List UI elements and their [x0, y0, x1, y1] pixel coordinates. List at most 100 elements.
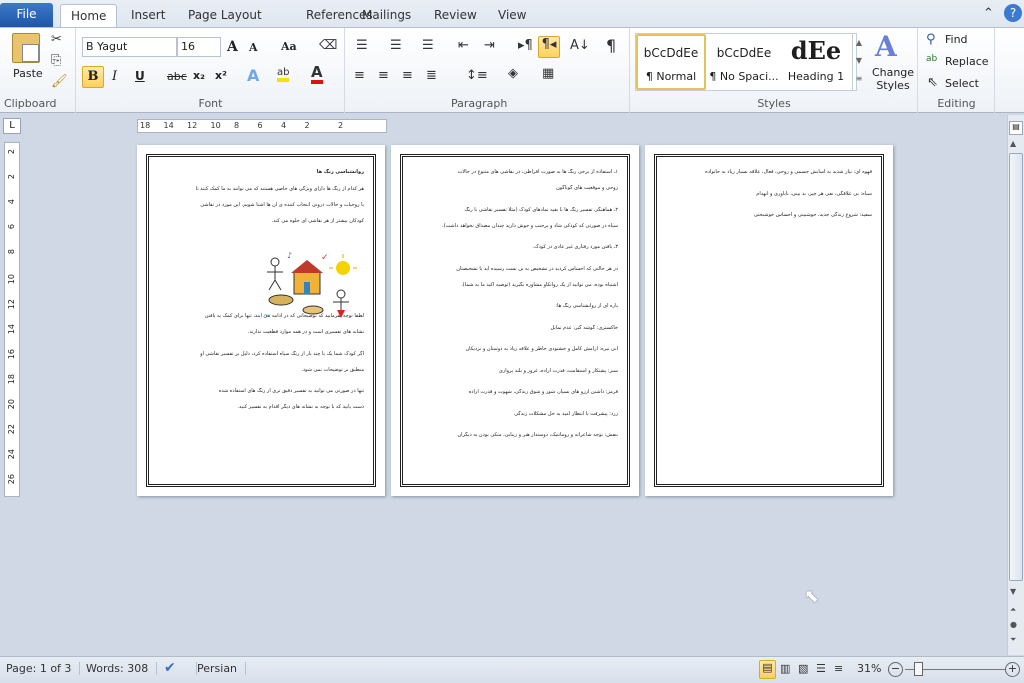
font-name-select[interactable]: B Yagut [82, 37, 177, 57]
vertical-scrollbar[interactable]: ▤ ▲ ▼ ⏶ ● ⏷ [1007, 115, 1024, 655]
change-case-button[interactable]: Aa [281, 40, 297, 53]
superscript-button[interactable]: x² [215, 69, 227, 82]
zoom-out-icon[interactable]: − [888, 662, 903, 677]
bold-button[interactable]: B [82, 66, 104, 88]
ruler-tick-label: 24 [7, 449, 16, 460]
scroll-down-icon[interactable]: ▼ [1010, 587, 1016, 596]
font-color-icon[interactable]: A [311, 65, 323, 84]
tab-mailings[interactable]: Mailings [352, 4, 421, 28]
align-left-icon[interactable]: ≡ [354, 68, 365, 83]
styles-scroll[interactable]: ▲ ▼ ≡ [852, 34, 865, 90]
draft-icon[interactable]: ≡ [834, 662, 843, 675]
ruler-toggle-icon[interactable]: ▤ [1009, 121, 1023, 135]
outline-icon[interactable]: ☰ [816, 662, 826, 675]
zoom-level[interactable]: 31% [857, 662, 881, 675]
editing-label: Editing [937, 97, 976, 110]
page-1[interactable]: روانشناسی رنگ ها هر کدام از رنگ ها دارای … [137, 145, 385, 496]
ruler-tick-label: 4 [7, 199, 16, 205]
font-size-select[interactable]: 16 [177, 37, 221, 57]
document-line: قرمز: داشتن آرزو های بسیار، شور و شوق زن… [468, 389, 618, 395]
style-no-spacing[interactable]: bCcDdEe ¶ No Spaci... [708, 34, 780, 90]
align-right-icon[interactable]: ≡ [402, 68, 413, 83]
style-name: ¶ No Spaci... [709, 70, 779, 83]
next-page-icon[interactable]: ⏷ [1010, 635, 1016, 645]
tab-view[interactable]: View [488, 4, 536, 28]
cut-icon[interactable]: ✂ [51, 32, 62, 47]
tab-page-layout[interactable]: Page Layout [178, 4, 272, 28]
style-heading-1[interactable]: dEe Heading 1 [781, 34, 851, 90]
grow-font-button[interactable]: A [227, 39, 238, 55]
tab-selector[interactable]: L [3, 118, 21, 134]
document-line: تنها در صورتی می توانید به تفسیر دقیق تر… [218, 388, 364, 394]
horizontal-ruler[interactable]: 18 14 12 10 8 6 4 2 2 [137, 119, 387, 133]
format-painter-icon[interactable]: 🖌 [51, 74, 68, 89]
strikethrough-button[interactable]: abc [167, 70, 187, 83]
paste-icon[interactable] [12, 33, 40, 63]
zoom-slider-handle[interactable] [914, 662, 923, 676]
sort-icon[interactable]: A↓ [570, 38, 590, 53]
web-layout-icon[interactable]: ▧ [798, 662, 808, 675]
browse-object-icon[interactable]: ● [1010, 620, 1017, 629]
document-line: با روحیات و حالات درونی انتخاب کننده ی آ… [200, 202, 364, 208]
document-line: پاره ای از روانشناسی رنگ ها: [555, 303, 618, 309]
italic-button[interactable]: I [112, 69, 117, 84]
rtl-icon[interactable]: ¶◂ [538, 36, 560, 58]
justify-icon[interactable]: ≣ [426, 68, 437, 83]
paste-button[interactable]: Paste [13, 67, 43, 80]
word-count[interactable]: Words: 308 [86, 662, 158, 675]
page-3[interactable]: قهوه ای: نیاز شدید به آسایش جسمی و روحی،… [645, 145, 893, 496]
zoom-in-icon[interactable]: + [1005, 662, 1020, 677]
change-styles-icon[interactable]: A [875, 30, 897, 63]
document-line: اگر کودک شما یک یا چند بار از رنگ سیاه ا… [200, 350, 364, 357]
svg-text:♪: ♪ [287, 251, 292, 260]
ruler-tick-label: 14 [163, 121, 174, 130]
numbering-icon[interactable]: ☰ [390, 38, 402, 53]
tab-file[interactable]: File [0, 3, 53, 27]
borders-icon[interactable]: ▦ [542, 66, 554, 81]
text-effects-icon[interactable]: A [247, 66, 259, 85]
tab-review[interactable]: Review [424, 4, 487, 28]
find-button[interactable]: Find [945, 33, 968, 46]
style-normal[interactable]: bCcDdEe ¶ Normal [636, 34, 706, 90]
decrease-indent-icon[interactable]: ⇤ [458, 38, 469, 53]
tab-insert[interactable]: Insert [121, 4, 175, 28]
underline-button[interactable]: U [135, 69, 145, 83]
multilevel-list-icon[interactable]: ☰ [422, 38, 434, 53]
shading-icon[interactable]: ◈ [508, 66, 518, 81]
tab-home[interactable]: Home [60, 4, 118, 28]
change-styles-button[interactable]: Change Styles [870, 66, 916, 92]
help-icon[interactable]: ? [1004, 4, 1022, 22]
ltr-icon[interactable]: ▸¶ [518, 38, 533, 53]
line-spacing-icon[interactable]: ↕≡ [466, 68, 488, 83]
scroll-up-icon[interactable]: ▲ [1010, 139, 1016, 148]
increase-indent-icon[interactable]: ⇥ [484, 38, 495, 53]
clear-formatting-icon[interactable]: ⌫ [319, 38, 337, 53]
page-2[interactable]: ۱ـ استفاده از برخی رنگ ها به صورت افراطی… [391, 145, 639, 496]
select-button[interactable]: Select [945, 77, 979, 90]
full-screen-reading-icon[interactable]: ▥ [780, 662, 790, 675]
document-line: در هر حالتی که احساس کردید در تشخیص به ب… [456, 265, 618, 272]
vertical-ruler[interactable]: 2 2 4 6 8 10 12 14 16 18 20 22 24 26 [4, 142, 20, 497]
bullets-icon[interactable]: ☰ [356, 38, 368, 53]
previous-page-icon[interactable]: ⏶ [1010, 605, 1016, 615]
shrink-font-button[interactable]: A [249, 41, 258, 54]
page-count[interactable]: Page: 1 of 3 [6, 662, 81, 675]
language[interactable]: Persian [196, 662, 247, 675]
highlight-icon[interactable]: ab [277, 67, 290, 82]
ruler-tick-label: 8 [234, 121, 240, 130]
document-line: سیاه در صورتی که کودکی شاد و پرجنب و جوش… [442, 222, 618, 229]
font-group: B Yagut 16 A A Aa ⌫ B I U abc x₂ x² A ab… [77, 28, 345, 113]
align-center-icon[interactable]: ≡ [378, 68, 389, 83]
subscript-button[interactable]: x₂ [193, 69, 205, 82]
proofing-icon[interactable]: ✔ [164, 660, 176, 676]
minimize-ribbon-icon[interactable]: ⌃ [983, 6, 994, 21]
print-layout-icon[interactable]: ▤ [759, 660, 776, 679]
scroll-thumb[interactable] [1009, 153, 1023, 581]
show-marks-icon[interactable]: ¶ [606, 36, 616, 55]
document-line: روانشناسی رنگ ها [316, 169, 364, 175]
document-line: سفید: شروع زندگی جدید، خوشبینی و احساس خ… [753, 212, 872, 218]
styles-group: bCcDdEe ¶ Normal bCcDdEe ¶ No Spaci... d… [631, 28, 918, 113]
replace-button[interactable]: Replace [945, 55, 989, 68]
copy-icon[interactable]: ⎘ [51, 53, 61, 68]
svg-text:~: ~ [263, 311, 271, 321]
